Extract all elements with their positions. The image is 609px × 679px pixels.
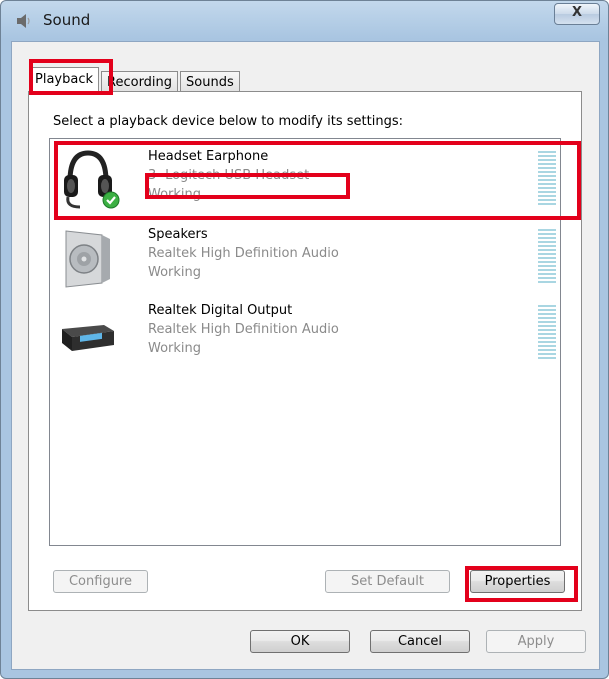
tab-playback[interactable]: Playback [29, 67, 100, 92]
sound-dialog: Sound X Playback Recording Sounds Select… [0, 0, 609, 679]
window-title: Sound [43, 11, 91, 29]
tab-sounds[interactable]: Sounds [180, 71, 240, 92]
device-name: Realtek Digital Output [148, 303, 293, 318]
tab-recording[interactable]: Recording [101, 71, 179, 92]
device-status: Working [148, 187, 202, 202]
cancel-button[interactable]: Cancel [370, 630, 470, 653]
title-bar[interactable]: Sound X [1, 1, 608, 41]
apply-button[interactable]: Apply [486, 630, 586, 653]
speaker-icon [65, 230, 110, 288]
list-item-realtek-digital-output[interactable]: Realtek Digital Output Realtek High Defi… [52, 295, 558, 369]
device-description: 3- Logitech USB Headset [148, 168, 310, 183]
set-default-button[interactable]: Set Default [325, 570, 450, 593]
device-name: Speakers [148, 227, 208, 242]
ok-button[interactable]: OK [250, 630, 350, 653]
close-icon: X [571, 5, 583, 20]
device-name: Headset Earphone [148, 149, 269, 164]
device-description: Realtek High Definition Audio [148, 322, 339, 337]
list-item-speakers[interactable]: Speakers Realtek High Definition Audio W… [52, 219, 558, 293]
digital-output-icon [62, 325, 114, 351]
close-button[interactable]: X [554, 3, 600, 25]
instruction-text: Select a playback device below to modify… [53, 114, 403, 129]
properties-button[interactable]: Properties [470, 570, 565, 593]
device-status: Working [148, 341, 202, 356]
speaker-icon [17, 14, 30, 28]
dialog-client-area: Playback Recording Sounds Select a playb… [11, 41, 600, 670]
device-status: Working [148, 265, 202, 280]
playback-panel: Select a playback device below to modify… [28, 91, 582, 611]
device-description: Realtek High Definition Audio [148, 246, 339, 261]
default-check-icon [102, 191, 120, 209]
playback-device-list[interactable]: Headset Earphone 3- Logitech USB Headset… [49, 138, 561, 546]
volume-meter [538, 151, 556, 207]
list-item-headset-earphone[interactable]: Headset Earphone 3- Logitech USB Headset… [52, 141, 558, 215]
tab-strip: Playback Recording Sounds [29, 66, 242, 92]
volume-meter [538, 305, 556, 361]
volume-meter [538, 229, 556, 285]
configure-button[interactable]: Configure [53, 570, 148, 593]
